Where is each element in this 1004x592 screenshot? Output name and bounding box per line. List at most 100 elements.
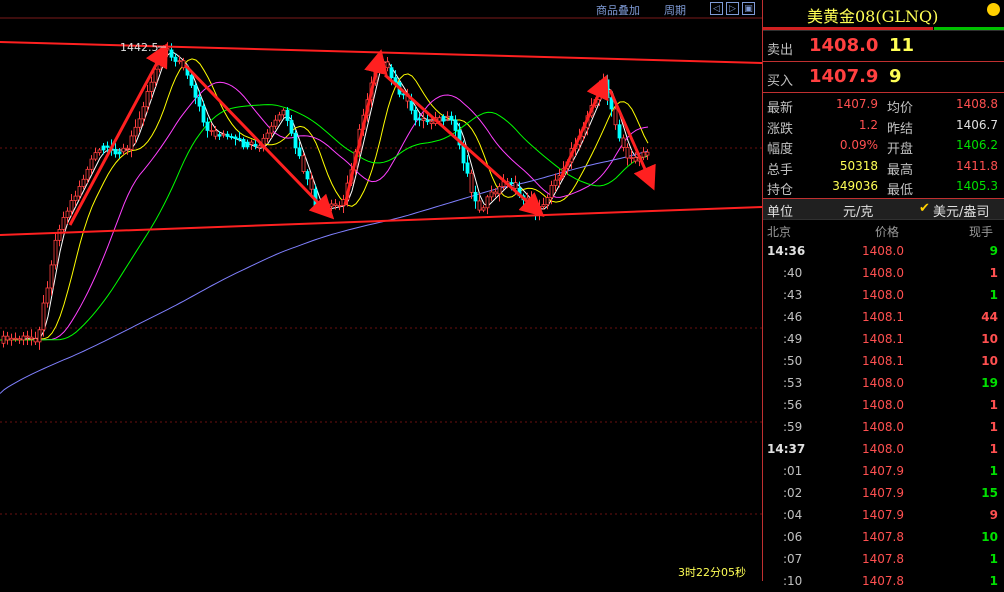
tick-volume: 1: [989, 441, 998, 456]
tick-volume: 9: [989, 243, 998, 258]
stat-value: 0.09%: [839, 138, 878, 152]
candle-body: [309, 178, 314, 190]
candle-body: [129, 135, 134, 150]
candle-body: [425, 120, 430, 123]
candle-body: [137, 118, 142, 128]
candle-body: [489, 191, 494, 198]
tick-volume: 15: [981, 485, 998, 500]
tick-price: 1407.8: [862, 529, 904, 544]
tick-price: 1407.9: [862, 507, 904, 522]
candle-body: [85, 168, 90, 180]
candle-body: [69, 200, 74, 212]
tick-price: 1407.8: [862, 551, 904, 566]
candle-body: [53, 239, 58, 266]
candle-body: [385, 61, 390, 69]
candle-body: [273, 119, 278, 127]
candle-body: [409, 100, 414, 111]
candle-body: [285, 109, 290, 121]
stats-table: 最新 1407.9 均价 1408.8 涨跌 1.2 昨结 1406.7 幅度 0.…: [763, 93, 1004, 199]
candle-body: [17, 338, 22, 341]
stat-key: 持仓: [767, 183, 794, 198]
candle-body: [329, 203, 334, 207]
unit-alt-option[interactable]: 美元/盎司: [933, 201, 989, 220]
candle-body: [101, 145, 106, 151]
candle-body: [469, 172, 474, 193]
candle-body: [213, 130, 218, 137]
sell-strength-bar: [763, 27, 933, 30]
overlay-commodity-link[interactable]: 商品叠加: [596, 2, 640, 18]
check-icon[interactable]: ✔: [919, 201, 930, 216]
candle-body: [153, 68, 158, 83]
candle-body: [97, 149, 102, 154]
quote-header: 美黄金08(GLNQ): [763, 0, 1004, 31]
tick-time: :53: [783, 375, 803, 390]
stat-value: 1406.7: [956, 117, 998, 132]
candle-body: [613, 108, 618, 126]
tick-volume: 19: [981, 375, 998, 390]
candle-body: [5, 335, 10, 341]
arrow-right-icon[interactable]: ▷: [726, 2, 739, 15]
candle-body: [21, 335, 26, 341]
period-link[interactable]: 周期: [664, 2, 686, 18]
candle-body: [205, 121, 210, 131]
upper-channel-line: [0, 41, 762, 64]
tick-price: 1408.1: [862, 331, 904, 346]
candle-body: [57, 229, 62, 241]
candle-body: [49, 264, 54, 289]
candle-body: [65, 210, 70, 218]
tick-list[interactable]: 14:36 1408.0 9:40 1408.0 1:43 1408.0 1:4…: [763, 240, 1004, 592]
candle-body: [221, 133, 226, 136]
candle-body: [633, 157, 638, 162]
tick-time: :02: [783, 485, 803, 500]
ma10-line: [0, 58, 649, 341]
candle-body: [541, 204, 546, 207]
tick-time: :01: [783, 463, 803, 478]
tick-time: :43: [783, 287, 803, 302]
candle-body: [645, 151, 650, 156]
unit-label: 单位: [767, 204, 794, 220]
candle-body: [625, 146, 630, 159]
candle-body: [453, 119, 458, 131]
tick-row: :01 1407.9 1: [763, 460, 1004, 482]
tick-volume: 9: [989, 507, 998, 522]
ask-label: 卖出: [767, 43, 794, 58]
settings-icon[interactable]: [987, 3, 1000, 16]
candle-body: [25, 335, 30, 338]
candle-body: [29, 336, 34, 340]
contract-title: 美黄金08(GLNQ): [807, 7, 939, 26]
trend-arrow: [558, 74, 609, 181]
candle-body: [217, 134, 222, 137]
stat-key: 昨结: [887, 121, 914, 137]
col-time: 北京: [767, 224, 792, 239]
tick-row: :40 1408.0 1: [763, 262, 1004, 284]
candle-body: [413, 109, 418, 121]
tick-row: :56 1408.0 1: [763, 394, 1004, 416]
col-volume: 现手: [969, 224, 994, 239]
candle-body: [145, 91, 150, 108]
candle-body: [257, 145, 262, 148]
candle-body: [41, 302, 46, 331]
tick-price: 1407.9: [862, 463, 904, 478]
stat-key: 幅度: [767, 142, 794, 157]
stat-value: 349036: [832, 179, 878, 193]
candle-body: [465, 162, 470, 174]
ticks-header: 北京 价格 现手: [763, 220, 1004, 240]
unit-value: 元/克: [843, 204, 874, 220]
candle-body: [105, 145, 110, 148]
candle-body: [73, 195, 78, 201]
tick-row: :43 1408.0 1: [763, 284, 1004, 306]
stat-key: 开盘: [887, 142, 914, 157]
tick-row: :46 1408.1 44: [763, 306, 1004, 328]
zoom-icon[interactable]: ▣: [742, 2, 755, 15]
arrow-left-icon[interactable]: ◁: [710, 2, 723, 15]
unit-row: 单位 元/克 ✔ 美元/盎司: [763, 198, 1004, 220]
tick-time: :46: [783, 309, 803, 324]
candle-body: [513, 182, 518, 189]
candlestick-chart[interactable]: 1442.5: [0, 0, 762, 581]
candle-body: [445, 115, 450, 118]
candle-body: [417, 118, 422, 121]
stat-key: 均价: [887, 101, 914, 116]
tick-time: :40: [783, 265, 803, 280]
tick-row: :04 1407.9 9: [763, 504, 1004, 526]
candle-body: [1, 335, 6, 344]
